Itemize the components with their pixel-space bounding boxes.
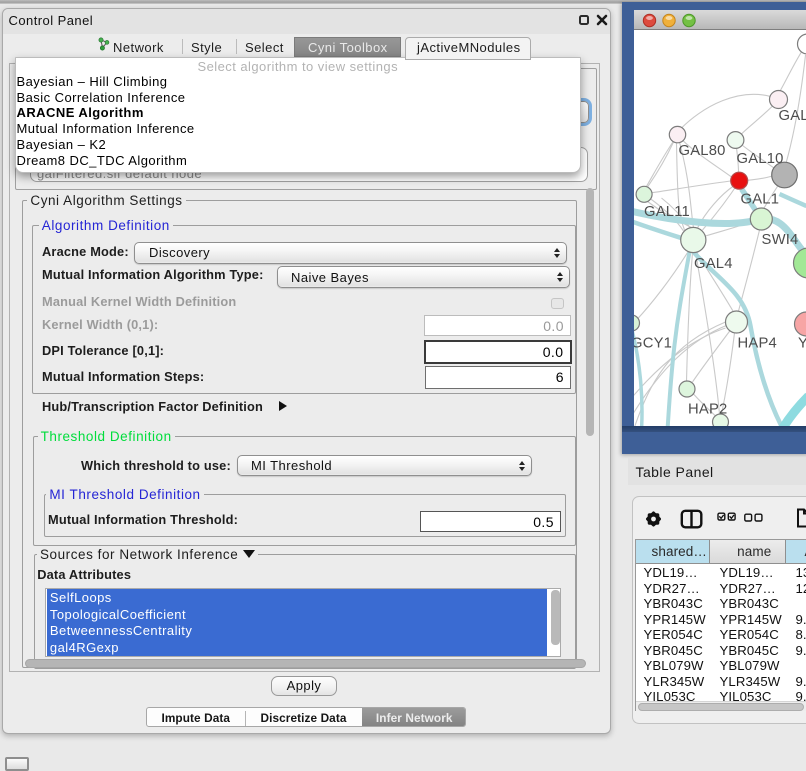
svg-text:GCY1: GCY1 <box>634 336 672 352</box>
svg-text:HAP2: HAP2 <box>688 402 727 418</box>
svg-text:GAL4: GAL4 <box>694 256 733 272</box>
svg-text:GAL10: GAL10 <box>736 151 783 167</box>
svg-text:HAP4: HAP4 <box>737 336 776 352</box>
svg-text:GAL11: GAL11 <box>644 204 690 220</box>
svg-text:Y: Y <box>798 336 806 352</box>
svg-text:SWI4: SWI4 <box>761 232 798 248</box>
svg-text:GAL1: GAL1 <box>740 192 779 208</box>
svg-text:GAL80: GAL80 <box>678 143 725 159</box>
svg-text:GAL7: GAL7 <box>778 108 806 124</box>
